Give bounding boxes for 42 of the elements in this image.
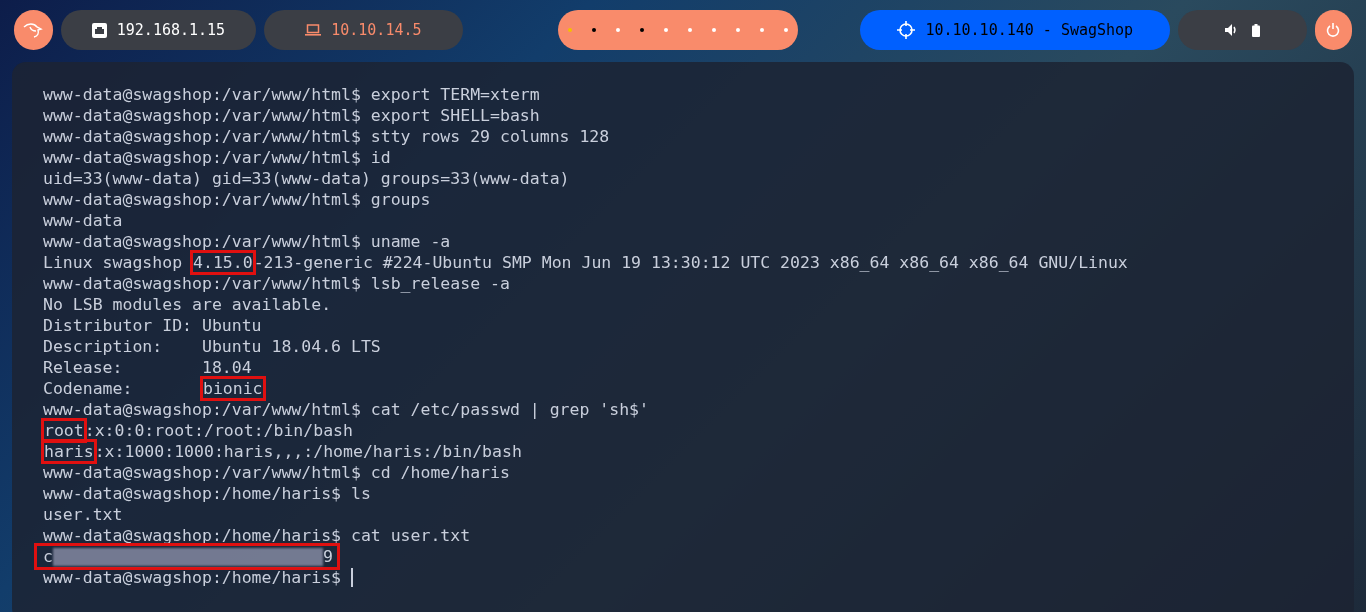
terminal-text: -213-generic #224-Ubuntu SMP Mon Jun 19 13:30:12 UTC 2023 x86_64 x86_64 x86_64 GNU/Linux <box>253 252 1128 273</box>
crosshair-icon <box>897 21 916 39</box>
power-button[interactable] <box>1314 10 1352 50</box>
volume-icon[interactable] <box>1225 24 1239 36</box>
terminal-text: uid=33(www-data) gid=33(www-data) groups=33(www-data) <box>43 168 570 189</box>
battery-icon <box>1252 23 1261 37</box>
terminal-text: www-data@swagshop:/home/haris$ ls <box>43 483 371 504</box>
terminal-text: www-data@swagshop:/var/www/html$ groups <box>43 189 431 210</box>
terminal-text: www-data@swagshop:/var/www/html$ stty rows 29 columns 128 <box>43 126 610 147</box>
terminal-text: www-data@swagshop:/var/www/html$ export TERM=xterm <box>43 84 540 105</box>
terminal-text: Release: 18.04 <box>43 357 252 378</box>
terminal-text: www-data@swagshop:/home/haris$ <box>43 567 342 588</box>
terminal-text: www-data@swagshop:/var/www/html$ lsb_release -a <box>43 273 510 294</box>
terminal-text: user.txt <box>43 504 123 525</box>
terminal-text: Linux swagshop <box>43 252 184 273</box>
terminal-text: Codename: <box>43 378 134 399</box>
terminal-text: www-data <box>43 210 123 231</box>
terminal-text: www-data@swagshop:/home/haris$ cat user.txt <box>43 525 471 546</box>
terminal-text: www-data@swagshop:/var/www/html$ cat /etc/passwd | grep 'sh$' <box>43 399 649 420</box>
terminal-text: www-data@swagshop:/var/www/html$ uname -a <box>43 231 451 252</box>
terminal-text: 9 <box>322 546 333 567</box>
power-icon <box>1326 23 1341 37</box>
ethernet-icon <box>91 22 107 38</box>
highlighted-text: haris <box>43 441 95 462</box>
terminal-text: www-data@swagshop:/var/www/html$ cd /home/haris <box>43 462 510 483</box>
laptop-icon <box>305 24 322 36</box>
highlighted-text: 4.15.0 <box>192 252 254 273</box>
terminal-text: :x:1000:1000:haris,,,:/home/haris:/bin/bash <box>94 441 522 462</box>
terminal-text: :x:0:0:root:/root:/bin/bash <box>84 420 353 441</box>
terminal-text: www-data@swagshop:/var/www/html$ id <box>43 147 391 168</box>
terminal-text: www-data@swagshop:/var/www/html$ export SHELL=bash <box>43 105 540 126</box>
highlighted-text: root <box>43 420 85 441</box>
launcher-button[interactable] <box>14 10 53 50</box>
terminal-text: Description: Ubuntu 18.04.6 LTS <box>43 336 381 357</box>
local-ip-text: 192.168.1.15 <box>116 19 226 41</box>
vpn-ip-text: 10.10.14.5 <box>331 19 422 41</box>
target-text: 10.10.10.140 - SwagShop <box>925 19 1134 41</box>
dragon-logo-icon <box>22 21 45 39</box>
terminal-text: Distributor ID: Ubuntu <box>43 315 262 336</box>
terminal-text: c <box>43 546 53 567</box>
terminal-text: No LSB modules are available. <box>43 294 332 315</box>
highlighted-text: bionic <box>201 378 264 399</box>
